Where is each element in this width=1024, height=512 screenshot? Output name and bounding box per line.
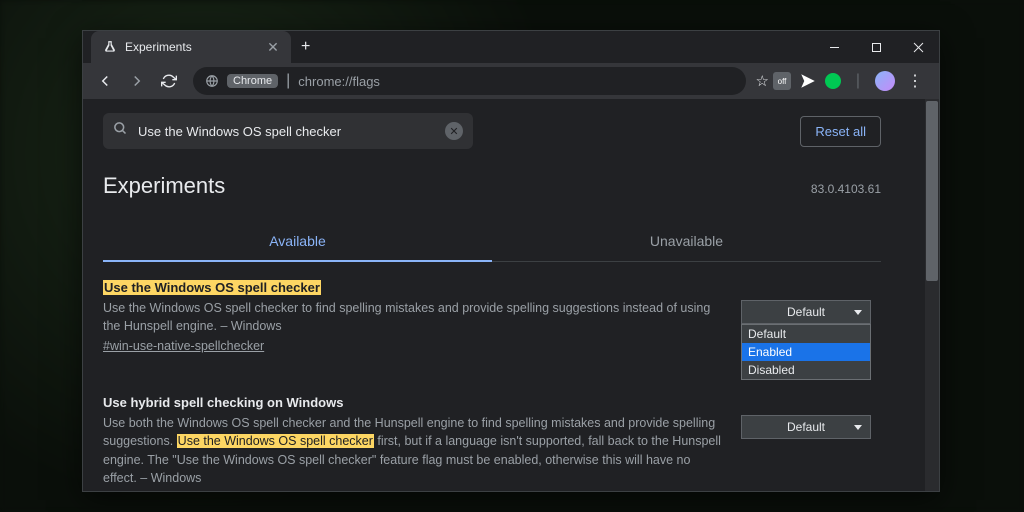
flag-item: Use the Windows OS spell checker Use the… xyxy=(103,262,881,361)
flask-icon xyxy=(103,40,117,54)
forward-button[interactable] xyxy=(123,67,151,95)
scrollbar-track[interactable] xyxy=(925,99,939,491)
tab-unavailable[interactable]: Unavailable xyxy=(492,221,881,261)
version-text: 83.0.4103.61 xyxy=(811,182,881,196)
flag-description: Use the Windows OS spell checker to find… xyxy=(103,299,721,335)
flag-title: Use the Windows OS spell checker xyxy=(103,280,721,295)
page-content: ✕ Reset all Experiments 83.0.4103.61 Ava… xyxy=(83,99,939,491)
flag-hash-link[interactable]: #win-use-native-spellchecker xyxy=(103,339,721,353)
site-info-icon[interactable] xyxy=(205,74,219,88)
flag-item: Use hybrid spell checking on Windows Use… xyxy=(103,361,881,491)
page-title: Experiments xyxy=(103,173,225,199)
flag-search-box[interactable]: ✕ xyxy=(103,113,473,149)
maximize-button[interactable] xyxy=(855,31,897,63)
toolbar: Chrome | chrome://flags ☆ off | ⋮ xyxy=(83,63,939,99)
flag-dropdown: Default Enabled Disabled xyxy=(741,324,871,380)
extensions: off | ⋮ xyxy=(773,71,931,91)
browser-tab[interactable]: Experiments ✕ xyxy=(91,31,291,63)
tab-title: Experiments xyxy=(125,40,257,54)
tabs: Available Unavailable xyxy=(103,221,881,262)
address-separator: | xyxy=(286,72,290,90)
ext-icon-1[interactable]: off xyxy=(773,72,791,90)
scrollbar-thumb[interactable] xyxy=(926,101,938,281)
tab-available[interactable]: Available xyxy=(103,221,492,261)
ext-separator: | xyxy=(849,72,867,90)
new-tab-button[interactable]: + xyxy=(301,38,310,56)
clear-search-icon[interactable]: ✕ xyxy=(445,122,463,140)
ext-icon-3[interactable] xyxy=(825,73,841,89)
minimize-button[interactable] xyxy=(813,31,855,63)
ext-icon-2[interactable] xyxy=(799,72,817,90)
reload-button[interactable] xyxy=(155,67,183,95)
back-button[interactable] xyxy=(91,67,119,95)
chrome-badge: Chrome xyxy=(227,74,278,88)
flag-description: Use both the Windows OS spell checker an… xyxy=(103,414,721,487)
search-icon xyxy=(113,121,128,141)
flag-select[interactable]: Default xyxy=(741,300,871,324)
search-input[interactable] xyxy=(138,124,435,139)
titlebar: Experiments ✕ + xyxy=(83,31,939,63)
menu-button[interactable]: ⋮ xyxy=(903,71,927,91)
flag-title: Use hybrid spell checking on Windows xyxy=(103,395,721,410)
flag-select[interactable]: Default xyxy=(741,415,871,439)
dropdown-option-default[interactable]: Default xyxy=(742,325,870,343)
browser-window: Experiments ✕ + Chrome | chrome://flags … xyxy=(82,30,940,492)
url-text: chrome://flags xyxy=(298,74,380,89)
close-window-button[interactable] xyxy=(897,31,939,63)
dropdown-option-enabled[interactable]: Enabled xyxy=(742,343,870,361)
bookmark-icon[interactable]: ☆ xyxy=(756,72,769,90)
dropdown-option-disabled[interactable]: Disabled xyxy=(742,361,870,379)
address-bar[interactable]: Chrome | chrome://flags xyxy=(193,67,746,95)
close-tab-icon[interactable]: ✕ xyxy=(265,39,281,55)
window-controls xyxy=(813,31,939,63)
reset-all-button[interactable]: Reset all xyxy=(800,116,881,147)
profile-avatar[interactable] xyxy=(875,71,895,91)
